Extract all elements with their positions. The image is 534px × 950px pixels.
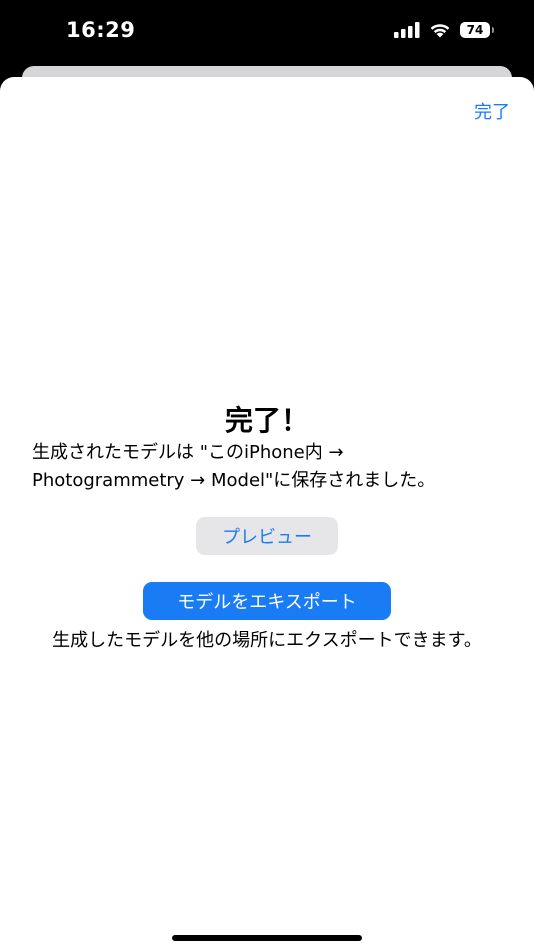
export-model-button[interactable]: モデルをエキスポート bbox=[143, 582, 391, 620]
done-button[interactable]: 完了 bbox=[474, 98, 510, 124]
signal-icon bbox=[394, 22, 420, 38]
export-description: 生成したモデルを他の場所にエクスポートできます。 bbox=[52, 630, 482, 651]
wifi-icon bbox=[430, 24, 450, 38]
save-location-description: 生成されたモデルは "このiPhone内 → Photogrammetry → … bbox=[32, 439, 522, 495]
status-time: 16:29 bbox=[66, 18, 136, 42]
battery-level: 74 bbox=[466, 23, 484, 37]
screen: 16:29 74 完了 完了！ 生成されたモデルは "このiPhone内 → P… bbox=[0, 0, 534, 950]
status-icons: 74 bbox=[394, 22, 494, 38]
preview-button[interactable]: プレビュー bbox=[196, 517, 338, 555]
description-line-1: 生成されたモデルは "このiPhone内 → bbox=[32, 442, 344, 463]
completion-sheet: 完了 完了！ 生成されたモデルは "このiPhone内 → Photogramm… bbox=[0, 77, 534, 950]
description-line-2: Photogrammetry → Model"に保存されました。 bbox=[32, 470, 436, 491]
home-indicator[interactable] bbox=[172, 935, 362, 941]
page-title: 完了！ bbox=[224, 404, 309, 437]
status-bar: 16:29 74 bbox=[0, 0, 534, 66]
battery-icon: 74 bbox=[460, 22, 494, 38]
